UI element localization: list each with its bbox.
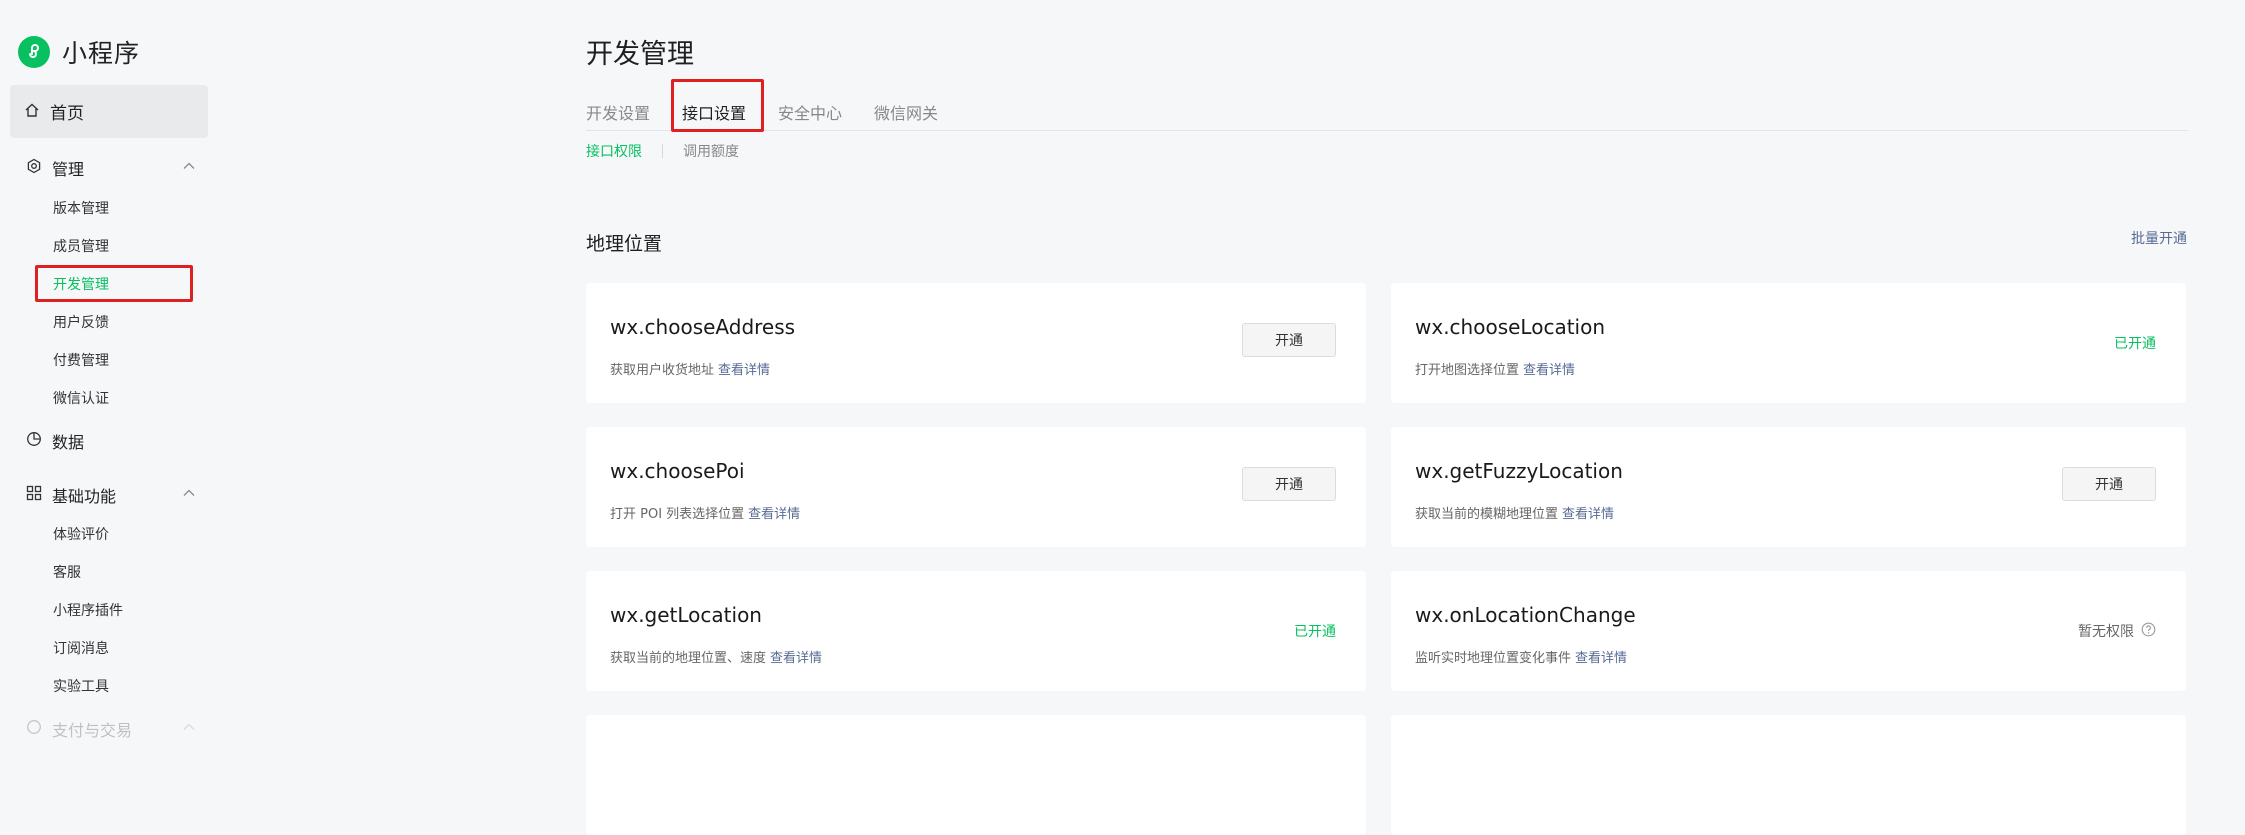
view-details-link[interactable]: 查看详情 <box>718 363 770 378</box>
status-no-permission: 暂无权限 <box>2078 621 2156 641</box>
sidebar-item-verification[interactable]: 微信认证 <box>53 388 109 408</box>
status-enabled: 已开通 <box>1294 624 1336 640</box>
sidebar-group-label: 支付与交易 <box>52 721 133 740</box>
api-name: wx.chooseLocation <box>1415 315 1606 339</box>
api-card-choose-location: wx.chooseLocation 打开地图选择位置 查看详情 已开通 <box>1391 283 2186 403</box>
api-description: 监听实时地理位置变化事件 查看详情 <box>1415 647 1627 666</box>
sidebar-item-service[interactable]: 客服 <box>53 562 81 582</box>
subtab-api-permissions[interactable]: 接口权限 <box>586 141 642 161</box>
api-description: 获取当前的模糊地理位置 查看详情 <box>1415 503 1614 522</box>
batch-enable-link[interactable]: 批量开通 <box>2131 228 2187 248</box>
app-logo[interactable]: 小程序 <box>18 34 140 70</box>
sidebar-item-lab-tools[interactable]: 实验工具 <box>53 676 109 696</box>
tab-wechat-gateway[interactable]: 微信网关 <box>874 100 938 124</box>
highlight-box-tab <box>671 79 764 132</box>
enable-button[interactable]: 开通 <box>2062 467 2156 501</box>
sidebar-item-feedback[interactable]: 用户反馈 <box>53 312 109 332</box>
tab-security-center[interactable]: 安全中心 <box>778 100 842 124</box>
mini-program-logo-icon <box>18 36 50 68</box>
subtab-call-quota[interactable]: 调用额度 <box>683 141 739 161</box>
api-card-partial <box>586 715 1366 835</box>
sidebar-item-experience[interactable]: 体验评价 <box>53 524 109 544</box>
api-description: 获取当前的地理位置、速度 查看详情 <box>610 647 822 666</box>
api-description-text: 打开 POI 列表选择位置 <box>610 507 745 522</box>
api-card-on-location-change: wx.onLocationChange 监听实时地理位置变化事件 查看详情 暂无权… <box>1391 571 2186 691</box>
sidebar-group-label: 基础功能 <box>52 487 117 506</box>
sidebar-item-version[interactable]: 版本管理 <box>53 198 109 218</box>
view-details-link[interactable]: 查看详情 <box>1575 651 1627 666</box>
api-description: 打开 POI 列表选择位置 查看详情 <box>610 503 800 522</box>
home-icon <box>24 102 40 122</box>
sidebar-group-label: 数据 <box>52 433 85 452</box>
subtab-bar: 接口权限 调用额度 <box>586 141 739 161</box>
status-enabled: 已开通 <box>2114 336 2156 352</box>
enable-button[interactable]: 开通 <box>1242 323 1336 357</box>
api-name: wx.getLocation <box>610 603 762 627</box>
api-description-text: 获取用户收货地址 <box>610 363 715 378</box>
tab-bar: 开发设置 接口设置 安全中心 微信网关 <box>586 96 2188 131</box>
page-title: 开发管理 <box>586 39 694 70</box>
chevron-up-icon[interactable] <box>182 719 196 738</box>
api-name: wx.getFuzzyLocation <box>1415 459 1623 483</box>
view-details-link[interactable]: 查看详情 <box>748 507 800 522</box>
sidebar-group-basic[interactable]: 基础功能 <box>26 483 196 507</box>
api-description-text: 监听实时地理位置变化事件 <box>1415 651 1572 666</box>
settings-icon <box>26 158 42 178</box>
api-description-text: 获取当前的地理位置、速度 <box>610 651 767 666</box>
sidebar-item-members[interactable]: 成员管理 <box>53 236 109 256</box>
sidebar-item-payment[interactable]: 付费管理 <box>53 350 109 370</box>
api-name: wx.choosePoi <box>610 459 745 483</box>
help-circle-icon[interactable] <box>2141 622 2156 641</box>
api-card-choose-poi: wx.choosePoi 打开 POI 列表选择位置 查看详情 开通 <box>586 427 1366 547</box>
sidebar-group-pay-trade[interactable]: 支付与交易 <box>26 717 196 741</box>
highlight-box-sidebar <box>35 265 193 302</box>
sidebar-item-plugins[interactable]: 小程序插件 <box>53 600 123 620</box>
sidebar-item-label: 首页 <box>50 104 84 124</box>
enable-button[interactable]: 开通 <box>1242 467 1336 501</box>
api-name: wx.chooseAddress <box>610 315 796 339</box>
api-name: wx.onLocationChange <box>1415 603 1636 627</box>
sidebar-group-data[interactable]: 数据 <box>26 429 196 453</box>
chevron-up-icon[interactable] <box>182 158 196 177</box>
grid-apps-icon <box>26 485 42 505</box>
sidebar: 小程序 首页 管理 版本管理 成员管理 开发管理 用户反馈 付费管理 微信认证 … <box>0 0 220 741</box>
api-description: 获取用户收货地址 查看详情 <box>610 359 770 378</box>
sidebar-item-subscribe[interactable]: 订阅消息 <box>53 638 109 658</box>
api-description-text: 获取当前的模糊地理位置 <box>1415 507 1559 522</box>
view-details-link[interactable]: 查看详情 <box>1523 363 1575 378</box>
settings-icon <box>26 719 42 739</box>
view-details-link[interactable]: 查看详情 <box>1562 507 1614 522</box>
view-details-link[interactable]: 查看详情 <box>770 651 822 666</box>
api-card-get-fuzzy-location: wx.getFuzzyLocation 获取当前的模糊地理位置 查看详情 开通 <box>1391 427 2186 547</box>
api-card-partial <box>1391 715 2186 835</box>
section-title: 地理位置 <box>586 233 663 255</box>
tab-dev-settings[interactable]: 开发设置 <box>586 100 650 124</box>
api-description-text: 打开地图选择位置 <box>1415 363 1520 378</box>
sidebar-group-manage[interactable]: 管理 <box>26 156 196 180</box>
chevron-up-icon[interactable] <box>182 485 196 504</box>
app-name: 小程序 <box>62 39 141 68</box>
sidebar-item-home[interactable]: 首页 <box>10 85 208 138</box>
status-text: 暂无权限 <box>2078 624 2134 640</box>
subtab-divider <box>662 144 663 158</box>
pie-chart-icon <box>26 431 42 451</box>
api-card-get-location: wx.getLocation 获取当前的地理位置、速度 查看详情 已开通 <box>586 571 1366 691</box>
api-card-choose-address: wx.chooseAddress 获取用户收货地址 查看详情 开通 <box>586 283 1366 403</box>
sidebar-group-label: 管理 <box>52 160 85 179</box>
api-description: 打开地图选择位置 查看详情 <box>1415 359 1575 378</box>
